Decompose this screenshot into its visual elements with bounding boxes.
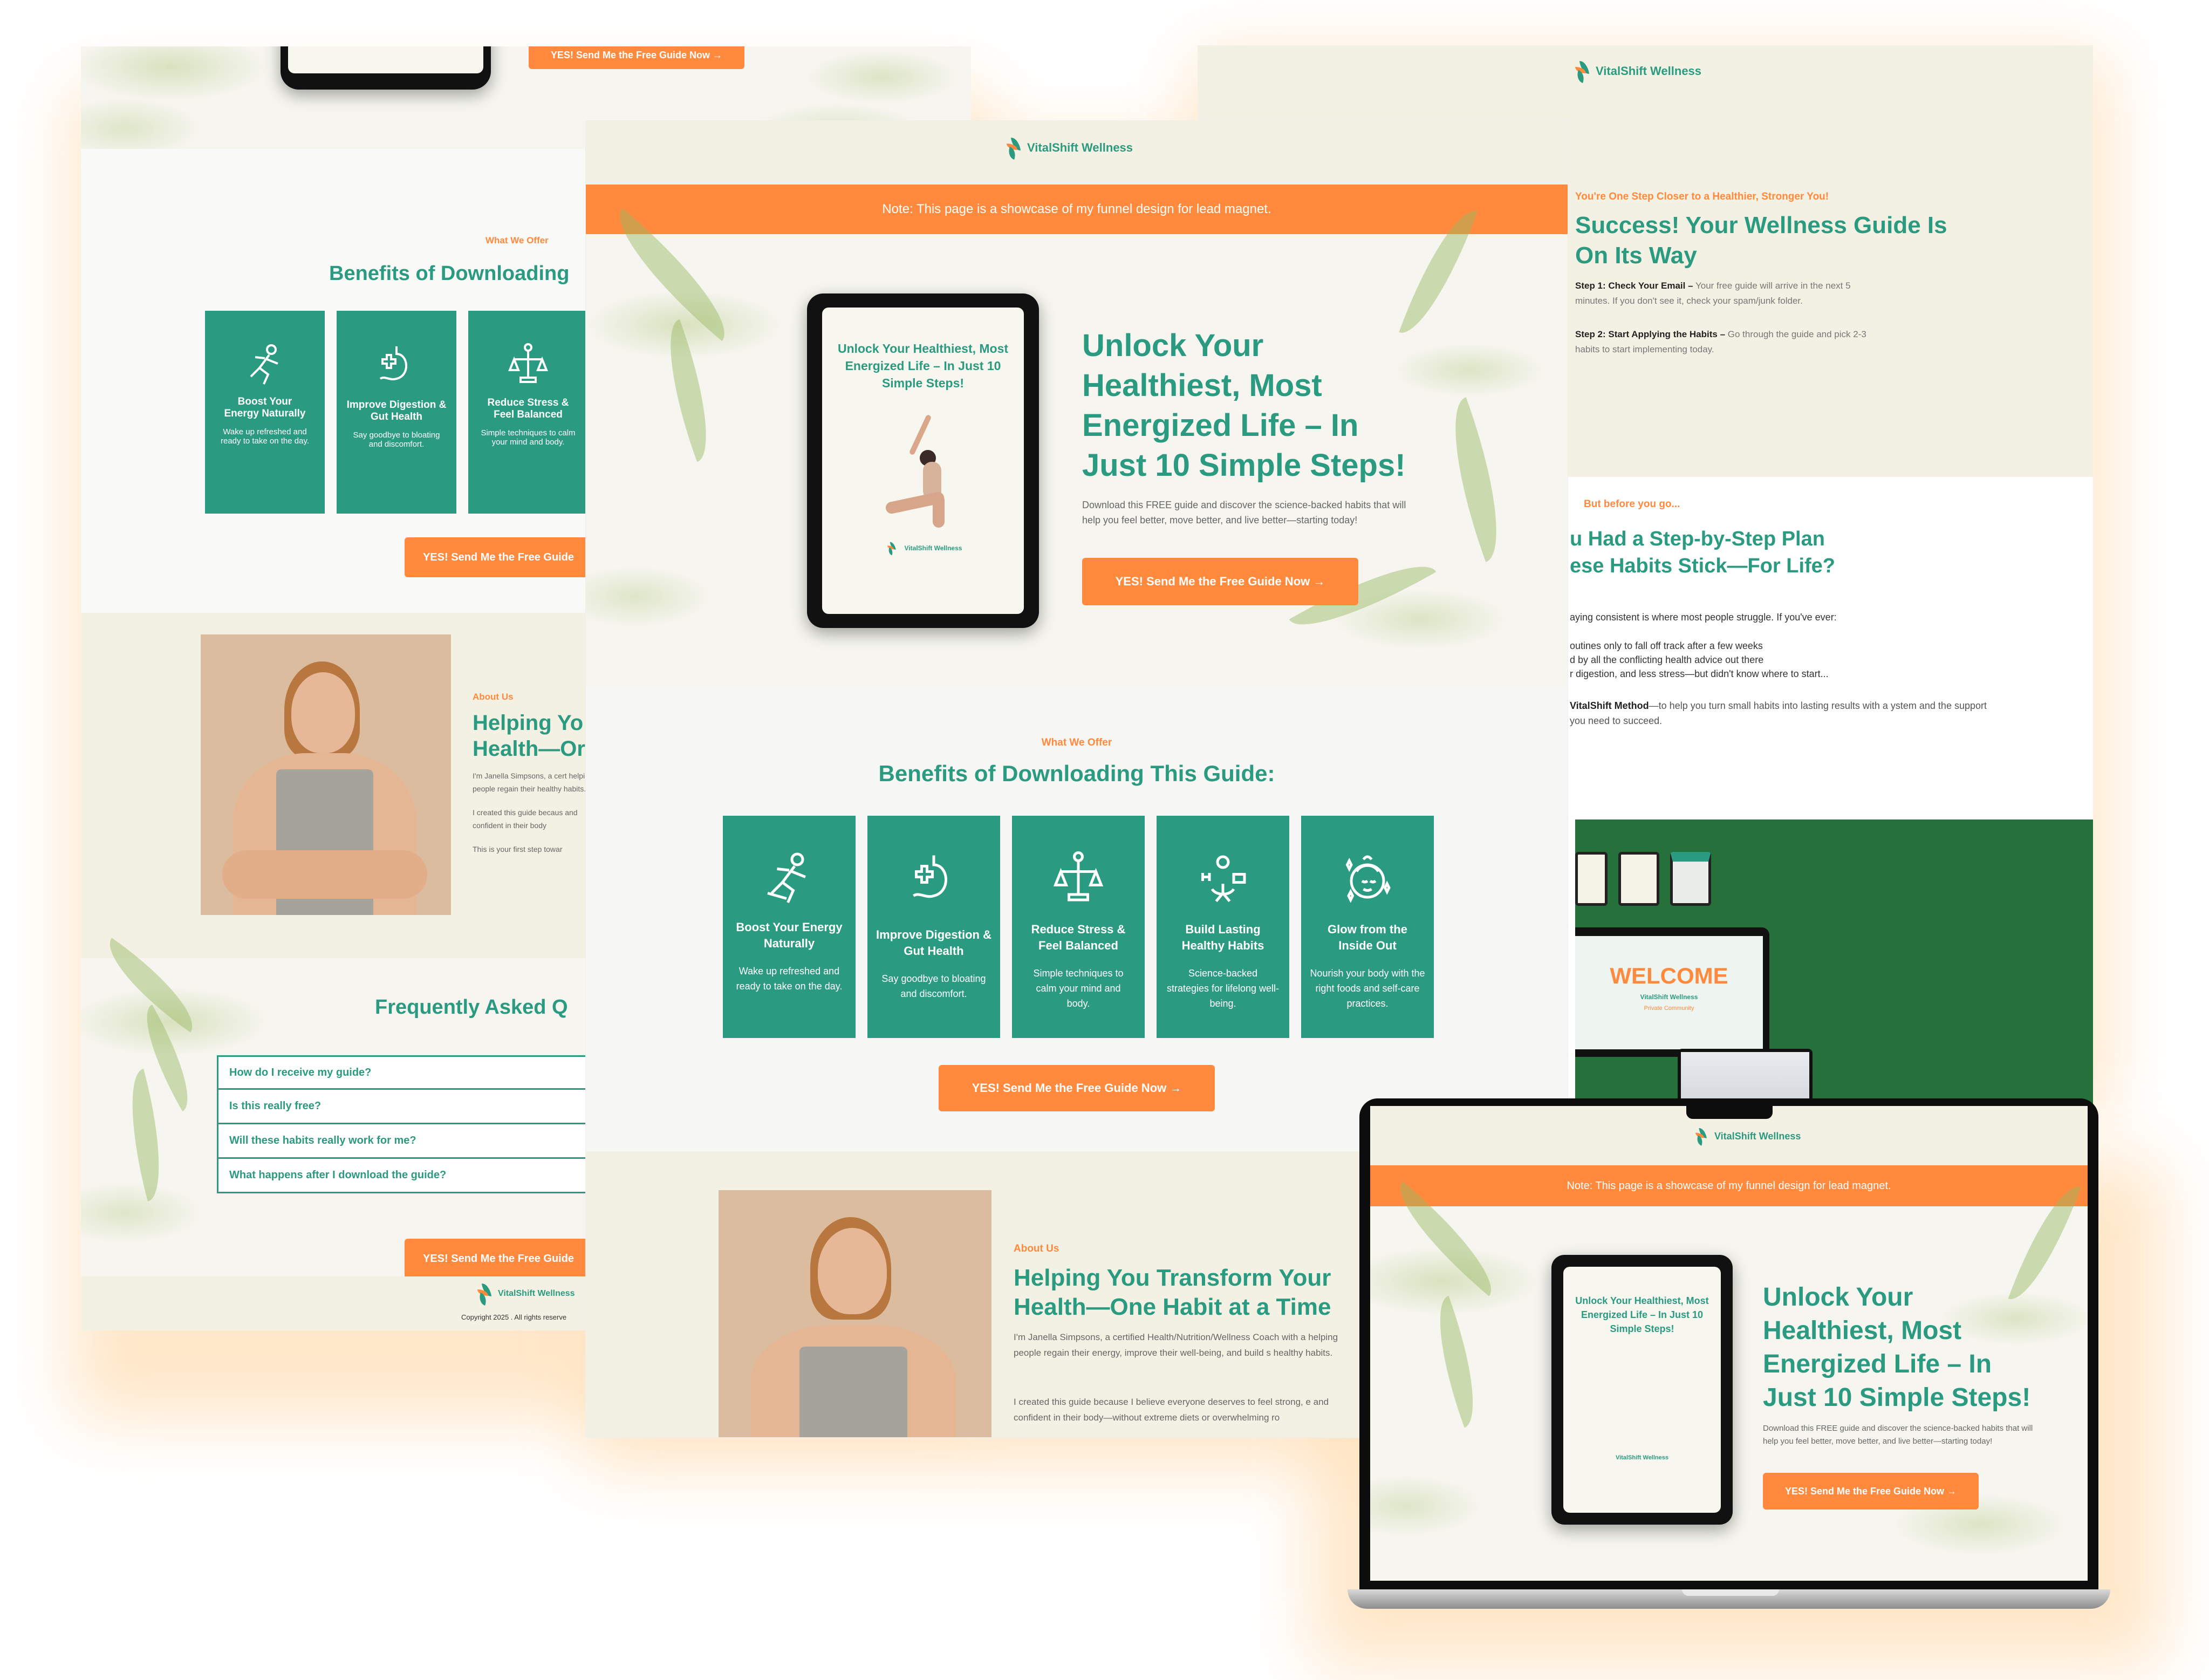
- logo-icon: [886, 541, 897, 556]
- hero-description: Download this FREE guide and discover th…: [1082, 500, 1406, 525]
- thankyou-hero: You're One Step Closer to a Healthier, S…: [1575, 191, 2061, 357]
- hero-title: Unlock Your Healthiest, Most Energized L…: [1082, 328, 1406, 483]
- laptop-screen: VitalShift Wellness Note: This page is a…: [1370, 1106, 2088, 1581]
- laptop-lid: VitalShift Wellness Note: This page is a…: [1359, 1098, 2098, 1589]
- faq-item[interactable]: Is this really free?: [217, 1090, 648, 1124]
- about-para-1: I'm Janella Simpsons, a certified Health…: [1014, 1332, 1338, 1358]
- benefit-card: Boost Your Energy Naturally Wake up refr…: [205, 311, 325, 514]
- ebook-thumbs: [1575, 852, 1711, 906]
- tablet-mockup: [281, 46, 491, 90]
- benefits-heading: Benefits of Downloading This Guide:: [878, 761, 1275, 786]
- ebook-thumb: [1575, 852, 1608, 906]
- about-eyebrow: About Us: [473, 692, 514, 702]
- balance-scale-icon: [1053, 851, 1104, 902]
- header-logo: VitalShift Wellness: [1006, 136, 1133, 160]
- benefit-cards: Boost Your Energy Naturally Wake up refr…: [723, 816, 1434, 1038]
- ebook-title: Unlock Your Healthiest, Most Energized L…: [837, 342, 1009, 390]
- coach-photo: [201, 634, 451, 915]
- yoga-figure: [869, 408, 977, 528]
- benefit-card: Glow from the Inside Out Nourish your bo…: [1301, 816, 1434, 1038]
- monitor-mockup: WELCOME VitalShift Wellness Private Comm…: [1575, 927, 1769, 1057]
- laptop-ebook-tablet: Unlock Your Healthiest, Most Energized L…: [1551, 1255, 1733, 1525]
- thankyou-logo: VitalShift Wellness: [1575, 59, 1701, 84]
- benefit-card: Improve Digestion & Gut Health Say goodb…: [867, 816, 1000, 1038]
- laptop-mockup: VitalShift Wellness Note: This page is a…: [1348, 1098, 2110, 1609]
- glowing-face-icon: [1345, 855, 1391, 903]
- benefit-card: Boost Your Energy Naturally Wake up refr…: [723, 816, 856, 1038]
- step-2: Step 2: Start Applying the Habits – Go t…: [1575, 329, 1866, 354]
- benefits-heading: Benefits of Downloading: [329, 262, 570, 285]
- logo-icon: [1006, 136, 1023, 160]
- benefit-card: Build Lasting Healthy Habits Science-bac…: [1157, 816, 1289, 1038]
- logo-icon: [477, 1282, 494, 1306]
- program-mockup: WELCOME VitalShift Wellness Private Comm…: [1575, 819, 2093, 1124]
- footer-logo: VitalShift Wellness: [477, 1282, 575, 1306]
- upsell-heading: u Had a Step-by-Step Plan ese Habits Sti…: [1570, 528, 1836, 577]
- hero-section: Unlock Your Healthiest, Most Energized L…: [586, 200, 1568, 687]
- benefits-section: What We Offer Benefits of Downloading Th…: [586, 687, 1568, 1151]
- benefit-card: Reduce Stress & Feel Balanced Simple tec…: [1012, 816, 1145, 1038]
- benefit-card: Reduce Stress & Feel Balanced Simple tec…: [468, 311, 588, 514]
- thankyou-heading: Success! Your Wellness Guide Is On Its W…: [1575, 212, 1947, 269]
- faq-item[interactable]: Will these habits really work for me?: [217, 1124, 648, 1159]
- copyright: Copyright 2025 . All rights reserve: [461, 1313, 567, 1321]
- laptop-base: [1348, 1589, 2110, 1609]
- logo-icon: [1695, 1127, 1708, 1146]
- about-body: I'm Janella Simpsons, a cert helping peo…: [473, 771, 593, 853]
- hero-cta-button[interactable]: YES! Send Me the Free Guide Now →: [529, 46, 744, 69]
- ebook-brand: VitalShift Wellness: [822, 537, 1024, 559]
- benefits-eyebrow: What We Offer: [1041, 737, 1112, 748]
- laptop-hero-cta-button[interactable]: YES! Send Me the Free Guide Now →: [1763, 1473, 1979, 1510]
- benefit-cards: Boost Your Energy Naturally Wake up refr…: [205, 311, 588, 514]
- healthy-habits-icon: [1201, 855, 1246, 903]
- faq-heading: Frequently Asked Q: [375, 996, 568, 1019]
- logo-icon: [1575, 59, 1591, 84]
- laptop-hero-title: Unlock Your Healthiest, Most Energized L…: [1763, 1283, 2031, 1412]
- coach-photo: [719, 1190, 991, 1437]
- stomach-health-icon: [379, 346, 407, 380]
- note-banner: Note: This page is a showcase of my funn…: [586, 185, 1568, 234]
- laptop-trackpad-notch: [1682, 1589, 1779, 1596]
- benefits-cta-button[interactable]: YES! Send Me the Free Guide Now →: [939, 1065, 1215, 1111]
- about-heading: Helping Yo Health—Or: [473, 711, 585, 761]
- faq-list: How do I receive my guide? Is this reall…: [217, 1055, 648, 1193]
- benefit-card: Improve Digestion & Gut Health Say goodb…: [337, 311, 456, 514]
- about-heading: Helping You Transform Your Health—One Ha…: [1014, 1265, 1331, 1320]
- balance-scale-icon: [508, 343, 548, 383]
- step-1: Step 1: Check Your Email – Your free gui…: [1575, 281, 1851, 306]
- ebook-tablet-mockup: Unlock Your Healthiest, Most Energized L…: [807, 293, 1039, 628]
- laptop-notch: [1686, 1098, 1773, 1119]
- faq-item[interactable]: What happens after I download the guide?: [217, 1159, 648, 1193]
- running-person-icon: [250, 344, 278, 385]
- about-para-2: I created this guide because I believe e…: [1014, 1397, 1329, 1423]
- hero-cta-button[interactable]: YES! Send Me the Free Guide Now →: [1082, 558, 1358, 605]
- benefits-eyebrow: What We Offer: [485, 235, 549, 245]
- ebook-thumb: [1670, 852, 1711, 906]
- ebook-thumb: [1618, 852, 1659, 906]
- laptop-note-banner: Note: This page is a showcase of my funn…: [1370, 1165, 2088, 1206]
- header: VitalShift Wellness: [586, 121, 1568, 185]
- about-eyebrow: About Us: [1014, 1243, 1059, 1254]
- laptop-logo: VitalShift Wellness: [1694, 1125, 1801, 1147]
- upsell-bullets: outines only to fall off track after a f…: [1570, 640, 1829, 679]
- running-person-icon: [767, 852, 806, 904]
- faq-item[interactable]: How do I receive my guide?: [217, 1055, 648, 1090]
- stomach-health-icon: [913, 855, 947, 898]
